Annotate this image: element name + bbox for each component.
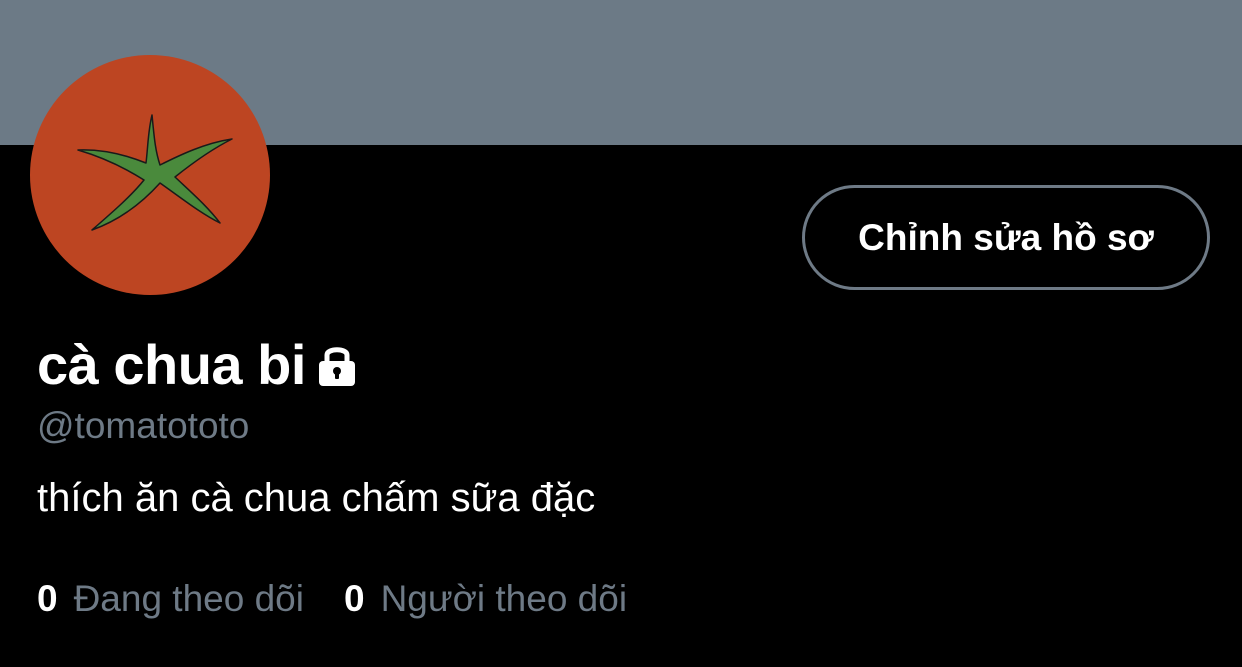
followers-count: 0 [343,578,365,619]
profile-avatar[interactable] [30,55,270,295]
profile-page: Chỉnh sửa hồ sơ cà chua bi @tomatototo t… [0,0,1242,667]
edit-profile-button[interactable]: Chỉnh sửa hồ sơ [802,185,1210,290]
profile-stats: 0 Đang theo dõi 0 Người theo dõi [37,576,627,622]
following-stat[interactable]: 0 Đang theo dõi [37,576,304,622]
tomato-stem-icon [30,55,270,295]
profile-display-name: cà chua bi [37,333,306,396]
profile-name-row: cà chua bi [37,330,362,400]
following-count: 0 [37,578,58,619]
followers-label: Người theo dõi [380,578,628,619]
lock-icon [312,340,362,395]
profile-bio: thích ăn cà chua chấm sữa đặc [37,476,596,520]
following-label: Đang theo dõi [73,578,304,619]
followers-stat[interactable]: 0 Người theo dõi [344,576,627,622]
profile-handle: @tomatototo [37,405,250,446]
